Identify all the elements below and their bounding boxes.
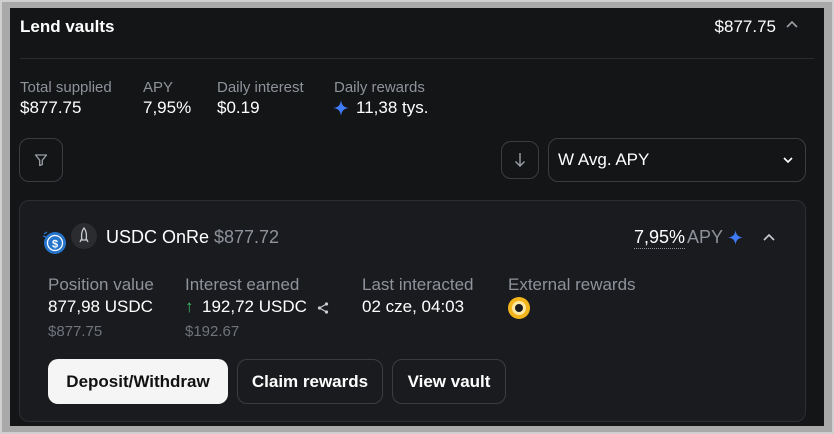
- header-divider: [20, 58, 814, 59]
- stat-value-daily-rewards: 11,38 tys.: [356, 98, 429, 117]
- section-title: Lend vaults: [20, 17, 115, 36]
- stat-label-apy: APY: [143, 79, 174, 96]
- reward-token-icon[interactable]: [507, 296, 531, 320]
- sparkle-icon: [728, 230, 743, 245]
- sparkle-icon: [333, 100, 349, 116]
- arrow-down-icon: [515, 153, 525, 167]
- chevron-up-icon[interactable]: [761, 230, 777, 246]
- chevron-down-icon: [783, 157, 793, 164]
- stat-value-total-supplied: $877.75: [20, 98, 82, 117]
- onre-protocol-icon: [71, 223, 97, 249]
- last-interacted-value: 02 cze, 04:03: [362, 297, 465, 316]
- stat-value-daily-interest: $0.19: [217, 98, 260, 117]
- share-icon[interactable]: [316, 301, 330, 315]
- last-interacted-label: Last interacted: [362, 275, 474, 294]
- stat-value-apy: 7,95%: [143, 98, 192, 117]
- svg-text:$: $: [52, 239, 58, 251]
- usdc-token-icon: $: [42, 231, 66, 254]
- vault-name[interactable]: USDC OnRe: [106, 227, 209, 248]
- arrow-up-icon: ↑: [185, 297, 194, 316]
- view-vault-button[interactable]: View vault: [392, 359, 506, 404]
- position-value-label: Position value: [48, 275, 154, 294]
- section-total: $877.75: [714, 17, 776, 36]
- vault-apy-label: APY: [686, 227, 723, 247]
- deposit-withdraw-button[interactable]: Deposit/Withdraw: [48, 359, 228, 404]
- chevron-up-icon[interactable]: [784, 17, 800, 33]
- sort-select[interactable]: W Avg. APY: [548, 138, 806, 182]
- position-value: 877,98 USDC: [48, 297, 153, 316]
- claim-rewards-button[interactable]: Claim rewards: [237, 359, 383, 404]
- vault-apy-value[interactable]: 7,95%: [633, 227, 685, 249]
- sort-select-value: W Avg. APY: [558, 150, 650, 169]
- position-usd: $877.75: [48, 323, 103, 340]
- stat-label-daily-rewards: Daily rewards: [334, 79, 425, 96]
- interest-earned-value: 192,72 USDC: [202, 297, 307, 316]
- interest-earned-usd: $192.67: [185, 323, 240, 340]
- vault-usd-value: $877.72: [214, 227, 280, 247]
- stat-label-total-supplied: Total supplied: [20, 79, 112, 96]
- interest-earned-label: Interest earned: [185, 275, 300, 294]
- filter-button[interactable]: [19, 138, 63, 182]
- lend-vaults-panel: Lend vaults $877.75 Total supplied $877.…: [10, 8, 824, 426]
- filter-icon: [34, 154, 48, 167]
- vault-card: $ USDC OnRe $877.72 7,95% APY Position v…: [19, 200, 806, 422]
- external-rewards-label: External rewards: [508, 275, 636, 294]
- stat-label-daily-interest: Daily interest: [217, 79, 304, 96]
- sort-direction-button[interactable]: [501, 141, 539, 179]
